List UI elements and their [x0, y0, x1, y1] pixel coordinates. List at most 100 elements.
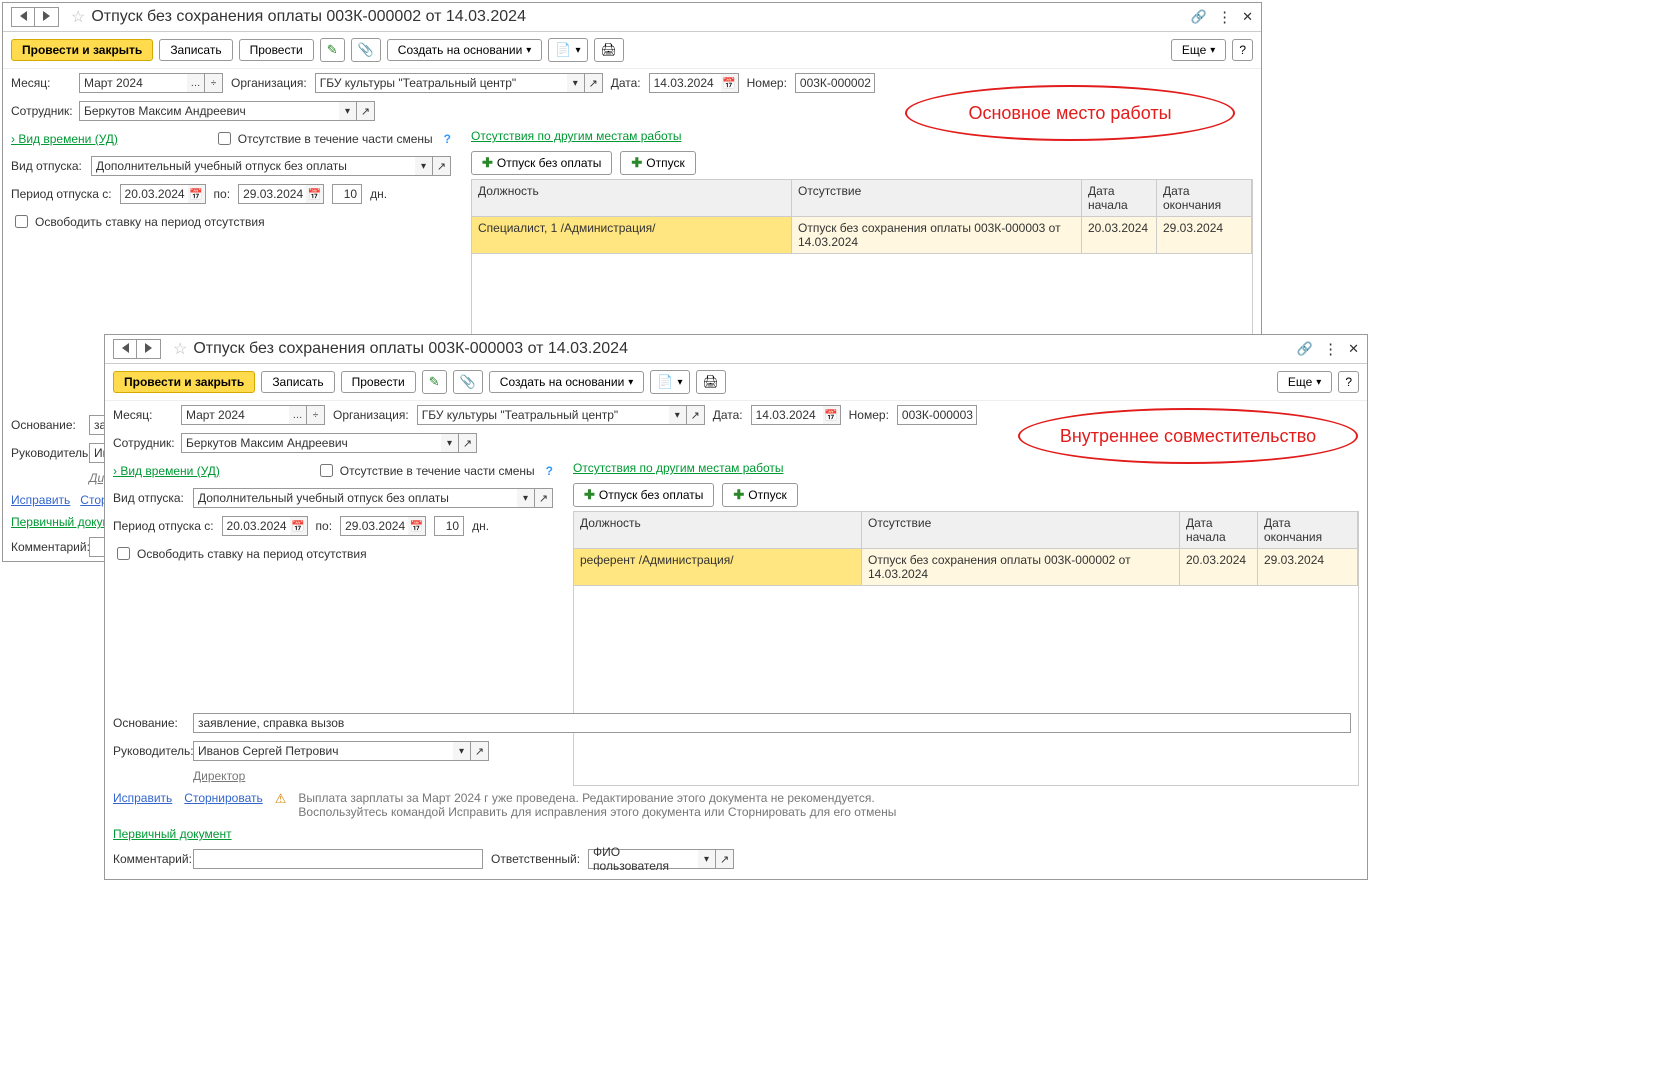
- absences-link[interactable]: Отсутствия по другим местам работы: [471, 129, 681, 143]
- emp-dd-button[interactable]: ▾: [441, 433, 459, 453]
- date-to-cal[interactable]: [306, 184, 324, 204]
- help-button[interactable]: ?: [1338, 371, 1359, 393]
- fix-link[interactable]: Исправить: [11, 493, 70, 507]
- close-icon[interactable]: [1242, 9, 1253, 25]
- fix-link[interactable]: Исправить: [113, 791, 172, 805]
- help-hint-icon[interactable]: ?: [546, 464, 553, 478]
- attach-button[interactable]: [351, 38, 381, 62]
- org-dd-button[interactable]: ▾: [669, 405, 687, 425]
- date-cal-button[interactable]: [823, 405, 841, 425]
- date-input[interactable]: 14.03.2024: [649, 73, 721, 93]
- nav-forward-button[interactable]: [35, 7, 59, 27]
- days-input[interactable]: 10: [332, 184, 362, 204]
- date-to-input[interactable]: 29.03.2024: [340, 516, 408, 536]
- month-input[interactable]: Март 2024: [181, 405, 289, 425]
- kebab-icon[interactable]: [1217, 8, 1232, 26]
- month-input[interactable]: Март 2024: [79, 73, 187, 93]
- create-based-button[interactable]: Создать на основании: [387, 39, 543, 61]
- copy-button[interactable]: [650, 370, 689, 394]
- help-hint-icon[interactable]: ?: [444, 132, 451, 146]
- employee-input[interactable]: Беркутов Максим Андреевич: [181, 433, 441, 453]
- org-open-button[interactable]: [585, 73, 603, 93]
- days-input[interactable]: 10: [434, 516, 464, 536]
- director-link[interactable]: Директор: [193, 769, 245, 783]
- resp-open[interactable]: [716, 849, 734, 869]
- kebab-icon[interactable]: [1323, 340, 1338, 358]
- nav-back-button[interactable]: [113, 339, 137, 359]
- date-from-input[interactable]: 20.03.2024: [222, 516, 290, 536]
- month-picker-button[interactable]: …: [289, 405, 307, 425]
- help-button[interactable]: ?: [1232, 39, 1253, 61]
- post-and-close-button[interactable]: Провести и закрыть: [11, 39, 153, 61]
- link-icon[interactable]: [1191, 9, 1207, 25]
- emp-open-button[interactable]: [459, 433, 477, 453]
- close-icon[interactable]: [1348, 341, 1359, 357]
- emp-dd-button[interactable]: ▾: [339, 101, 357, 121]
- date-input[interactable]: 14.03.2024: [751, 405, 823, 425]
- month-stepper[interactable]: ÷: [307, 405, 325, 425]
- unpaid-leave-button[interactable]: ✚Отпуск без оплаты: [471, 151, 612, 175]
- month-picker-button[interactable]: …: [187, 73, 205, 93]
- date-cal-button[interactable]: [721, 73, 739, 93]
- responsible-input[interactable]: ФИО пользователя: [588, 849, 698, 869]
- more-button[interactable]: Еще: [1171, 39, 1226, 61]
- copy-button[interactable]: [548, 38, 587, 62]
- table-row[interactable]: референт /Администрация/ Отпуск без сохр…: [573, 549, 1359, 586]
- emp-open-button[interactable]: [357, 101, 375, 121]
- absences-link[interactable]: Отсутствия по другим местам работы: [573, 461, 783, 475]
- primary-doc-link[interactable]: Первичный документ: [113, 827, 232, 841]
- part-shift-checkbox[interactable]: Отсутствие в течение части смены: [214, 129, 433, 148]
- leave-type-dd[interactable]: ▾: [517, 488, 535, 508]
- leave-type-open[interactable]: [433, 156, 451, 176]
- leave-type-input[interactable]: Дополнительный учебный отпуск без оплаты: [91, 156, 415, 176]
- attach-button[interactable]: [453, 370, 483, 394]
- time-kind-link[interactable]: › Вид времени (УД): [113, 464, 220, 478]
- nav-back-button[interactable]: [11, 7, 35, 27]
- free-rate-checkbox[interactable]: Освободить ставку на период отсутствия: [11, 212, 265, 231]
- more-button[interactable]: Еще: [1277, 371, 1332, 393]
- manager-input[interactable]: Иванов Сергей Петрович: [193, 741, 453, 761]
- save-button[interactable]: Записать: [159, 39, 232, 61]
- leave-type-open[interactable]: [535, 488, 553, 508]
- edit-button[interactable]: [320, 38, 345, 62]
- print-button[interactable]: [594, 38, 625, 62]
- leave-type-input[interactable]: Дополнительный учебный отпуск без оплаты: [193, 488, 517, 508]
- leave-button[interactable]: ✚Отпуск: [620, 151, 695, 175]
- save-button[interactable]: Записать: [261, 371, 334, 393]
- date-to-input[interactable]: 29.03.2024: [238, 184, 306, 204]
- favorite-icon[interactable]: ☆: [173, 339, 187, 359]
- org-dd-button[interactable]: ▾: [567, 73, 585, 93]
- manager-dd[interactable]: ▾: [453, 741, 471, 761]
- nav-forward-button[interactable]: [137, 339, 161, 359]
- create-based-button[interactable]: Создать на основании: [489, 371, 645, 393]
- leave-type-dd[interactable]: ▾: [415, 156, 433, 176]
- favorite-icon[interactable]: ☆: [71, 7, 85, 27]
- manager-open[interactable]: [471, 741, 489, 761]
- part-shift-checkbox[interactable]: Отсутствие в течение части смены: [316, 461, 535, 480]
- number-input[interactable]: 003К-000003: [897, 405, 977, 425]
- basis-input[interactable]: заявление, справка вызов: [193, 713, 1351, 733]
- free-rate-checkbox[interactable]: Освободить ставку на период отсутствия: [113, 544, 367, 563]
- month-stepper[interactable]: ÷: [205, 73, 223, 93]
- date-from-cal[interactable]: [290, 516, 308, 536]
- edit-button[interactable]: [422, 370, 447, 394]
- unpaid-leave-button[interactable]: ✚Отпуск без оплаты: [573, 483, 714, 507]
- date-from-cal[interactable]: [188, 184, 206, 204]
- post-button[interactable]: Провести: [239, 39, 314, 61]
- employee-input[interactable]: Беркутов Максим Андреевич: [79, 101, 339, 121]
- number-input[interactable]: 003К-000002: [795, 73, 875, 93]
- link-icon[interactable]: [1297, 341, 1313, 357]
- leave-button[interactable]: ✚Отпуск: [722, 483, 797, 507]
- comment-input[interactable]: [193, 849, 483, 869]
- date-from-input[interactable]: 20.03.2024: [120, 184, 188, 204]
- org-input[interactable]: ГБУ культуры "Театральный центр": [417, 405, 669, 425]
- print-button[interactable]: [696, 370, 727, 394]
- table-row[interactable]: Специалист, 1 /Администрация/ Отпуск без…: [471, 217, 1253, 254]
- post-button[interactable]: Провести: [341, 371, 416, 393]
- resp-dd[interactable]: ▾: [698, 849, 716, 869]
- post-and-close-button[interactable]: Провести и закрыть: [113, 371, 255, 393]
- org-open-button[interactable]: [687, 405, 705, 425]
- date-to-cal[interactable]: [408, 516, 426, 536]
- storno-link[interactable]: Сторнировать: [184, 791, 262, 805]
- time-kind-link[interactable]: › Вид времени (УД): [11, 132, 118, 146]
